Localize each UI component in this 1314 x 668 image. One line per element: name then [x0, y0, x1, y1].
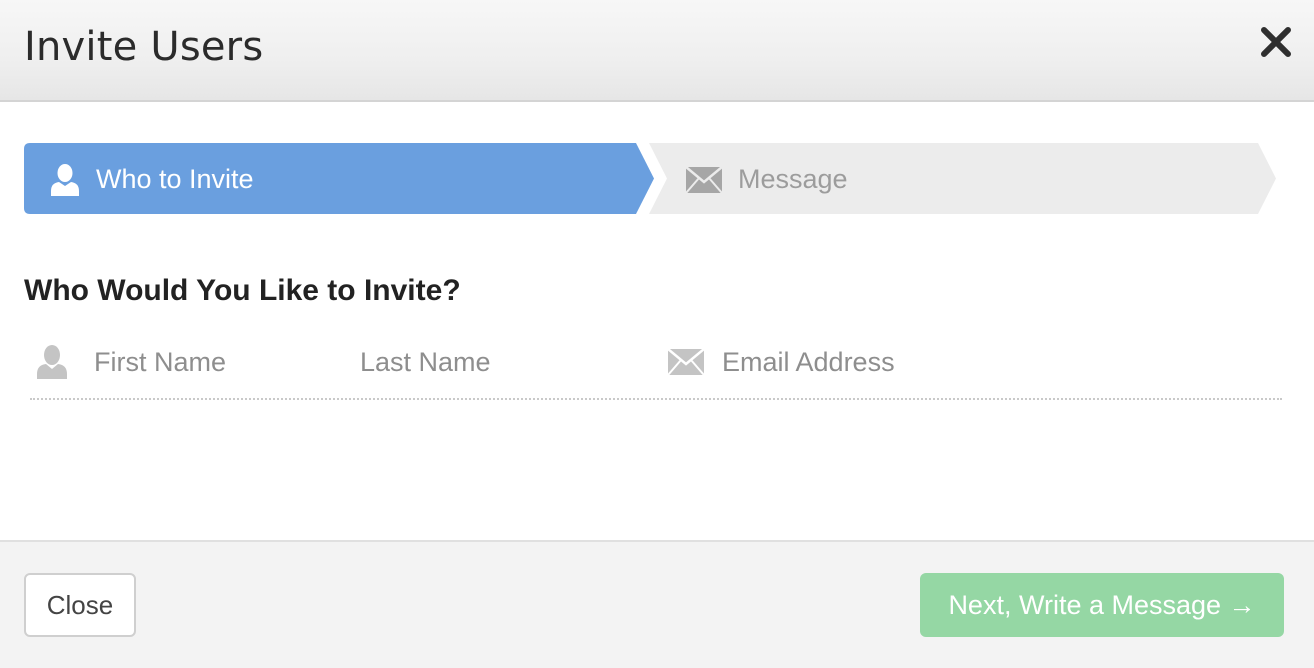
wizard-steps: Who to Invite Message — [24, 143, 1278, 214]
dialog-title: Invite Users — [24, 24, 264, 70]
first-name-input[interactable] — [94, 344, 334, 380]
last-name-input[interactable] — [360, 344, 640, 380]
email-address-input[interactable] — [722, 344, 1242, 380]
dialog-header: Invite Users — [0, 0, 1314, 102]
section-title: Who Would You Like to Invite? — [24, 274, 461, 307]
close-button[interactable]: Close — [24, 573, 136, 637]
user-icon — [36, 344, 68, 385]
envelope-icon — [667, 348, 705, 380]
dialog-footer: Close Next, Write a Message → — [0, 540, 1314, 668]
invite-users-dialog: Invite Users Who to Invite Message Who W… — [0, 0, 1314, 668]
close-x-icon[interactable] — [1258, 24, 1294, 60]
step-who-to-invite[interactable]: Who to Invite — [96, 163, 254, 195]
step-message[interactable]: Message — [738, 163, 848, 195]
invitee-row — [30, 336, 1282, 400]
next-write-message-button[interactable]: Next, Write a Message → — [920, 573, 1284, 637]
